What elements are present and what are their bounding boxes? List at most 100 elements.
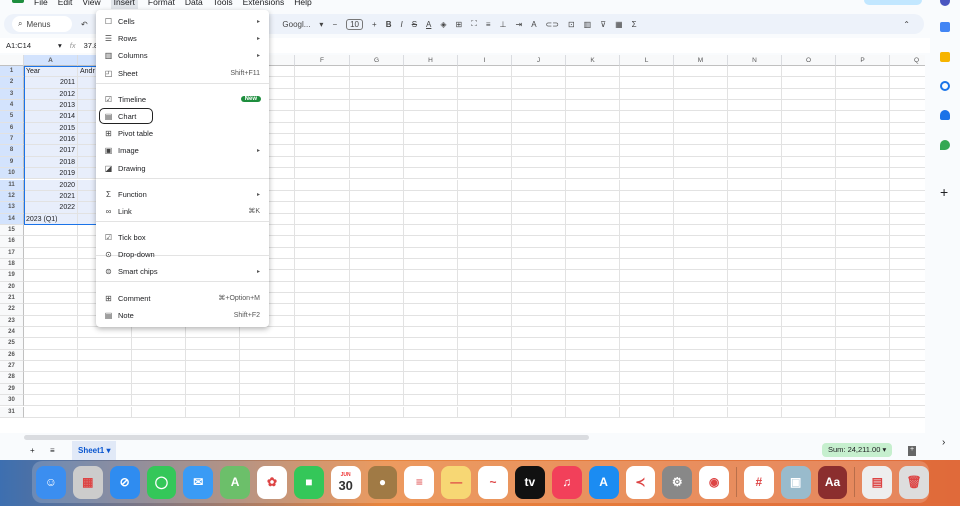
cell[interactable] — [566, 179, 620, 191]
cell[interactable] — [836, 327, 890, 339]
cell[interactable]: 2013 — [24, 100, 78, 112]
cell[interactable] — [24, 270, 78, 282]
cell[interactable] — [836, 156, 890, 169]
add-sheet-icon[interactable]: + — [30, 446, 35, 455]
menu-extensions[interactable]: Extensions — [243, 0, 285, 9]
cell[interactable] — [620, 100, 674, 112]
cell[interactable] — [728, 134, 782, 146]
row-header[interactable]: 24 — [0, 327, 24, 339]
cell[interactable] — [350, 122, 404, 135]
cell[interactable] — [620, 293, 674, 305]
cell[interactable] — [566, 270, 620, 282]
cell[interactable] — [566, 66, 620, 78]
cell[interactable] — [186, 338, 240, 350]
font-select[interactable]: Googl... — [282, 20, 310, 29]
cell[interactable] — [566, 349, 620, 362]
cell[interactable] — [295, 247, 350, 259]
dock-freeform[interactable]: ~ — [478, 465, 508, 499]
cell[interactable] — [674, 395, 728, 407]
cell[interactable] — [890, 191, 925, 203]
cell[interactable] — [728, 179, 782, 191]
cell[interactable] — [132, 361, 186, 373]
cell[interactable] — [512, 270, 566, 282]
column-header-I[interactable]: I — [458, 55, 512, 66]
cell[interactable] — [350, 338, 404, 350]
cell[interactable] — [782, 134, 836, 146]
cell[interactable] — [186, 361, 240, 373]
row-header[interactable]: 20 — [0, 281, 24, 293]
cell[interactable] — [890, 270, 925, 282]
menu-item-pivot-table[interactable]: ⊞ Pivot table — [96, 125, 269, 141]
menu-item-image[interactable]: ▣ Image ▸ — [96, 142, 269, 158]
cell[interactable] — [295, 338, 350, 350]
cell[interactable] — [836, 338, 890, 350]
cell[interactable] — [674, 270, 728, 282]
cell[interactable] — [836, 395, 890, 407]
menu-format[interactable]: Format — [148, 0, 175, 9]
cell[interactable] — [458, 270, 512, 282]
cell[interactable] — [674, 202, 728, 214]
cell[interactable] — [728, 156, 782, 169]
cell[interactable] — [620, 258, 674, 271]
menu-insert[interactable]: Insert — [110, 0, 138, 9]
dock-launchpad[interactable]: ▦ — [72, 465, 103, 499]
menu-item-timeline[interactable]: ☑ Timeline New — [96, 91, 269, 107]
borders-icon[interactable]: ⊞ — [456, 20, 463, 29]
cell[interactable] — [24, 247, 78, 259]
dock-system-settings[interactable]: ⚙ — [662, 465, 693, 499]
cell[interactable] — [728, 258, 782, 271]
cell[interactable] — [350, 236, 404, 248]
row-header[interactable]: 6 — [0, 122, 24, 135]
row-header[interactable]: 8 — [0, 145, 24, 157]
cell[interactable] — [132, 383, 186, 396]
cell[interactable] — [24, 361, 78, 373]
cell[interactable] — [620, 315, 674, 328]
menu-item-sheet[interactable]: ◰ Sheet Shift+F11 — [96, 65, 269, 81]
cell[interactable] — [890, 100, 925, 112]
cell[interactable] — [24, 383, 78, 396]
cell[interactable] — [674, 247, 728, 259]
cell[interactable] — [836, 213, 890, 225]
cell[interactable] — [836, 270, 890, 282]
cell[interactable] — [295, 66, 350, 78]
cell[interactable] — [512, 88, 566, 101]
dock-facetime[interactable]: ■ — [293, 465, 324, 499]
cell[interactable] — [620, 190, 674, 203]
cell[interactable] — [566, 145, 620, 157]
cell[interactable] — [404, 122, 458, 135]
cell[interactable] — [620, 304, 674, 316]
cell[interactable] — [728, 315, 782, 328]
cell[interactable] — [350, 100, 404, 112]
cell[interactable] — [350, 179, 404, 191]
cell[interactable] — [728, 349, 782, 362]
cell[interactable] — [728, 383, 782, 396]
cell[interactable] — [620, 134, 674, 146]
cell[interactable] — [458, 395, 512, 407]
cell[interactable] — [728, 111, 782, 123]
cell[interactable] — [782, 304, 836, 316]
menu-item-cells[interactable]: ☐ Cells ▸ — [96, 13, 269, 29]
sigma-icon[interactable]: Σ — [632, 20, 637, 29]
cell[interactable] — [350, 281, 404, 293]
cell[interactable] — [458, 156, 512, 169]
cell[interactable] — [890, 77, 925, 89]
cell[interactable] — [890, 259, 925, 271]
cell[interactable] — [674, 66, 728, 78]
dock-mail[interactable]: ✉ — [183, 465, 214, 499]
cell[interactable] — [890, 395, 925, 407]
cell[interactable] — [458, 190, 512, 203]
cell[interactable] — [295, 122, 350, 135]
row-header[interactable]: 7 — [0, 134, 24, 146]
cell[interactable] — [295, 270, 350, 282]
cell[interactable]: 2015 — [24, 122, 78, 135]
cell[interactable] — [620, 327, 674, 339]
cell[interactable] — [24, 304, 78, 316]
row-header[interactable]: 30 — [0, 395, 24, 407]
cell[interactable] — [295, 156, 350, 169]
cell[interactable] — [78, 361, 132, 373]
dock-calendar[interactable]: JUN 30 — [330, 465, 361, 499]
cell[interactable] — [674, 372, 728, 384]
cell[interactable] — [620, 395, 674, 407]
cell[interactable] — [566, 122, 620, 135]
cell[interactable] — [295, 134, 350, 146]
